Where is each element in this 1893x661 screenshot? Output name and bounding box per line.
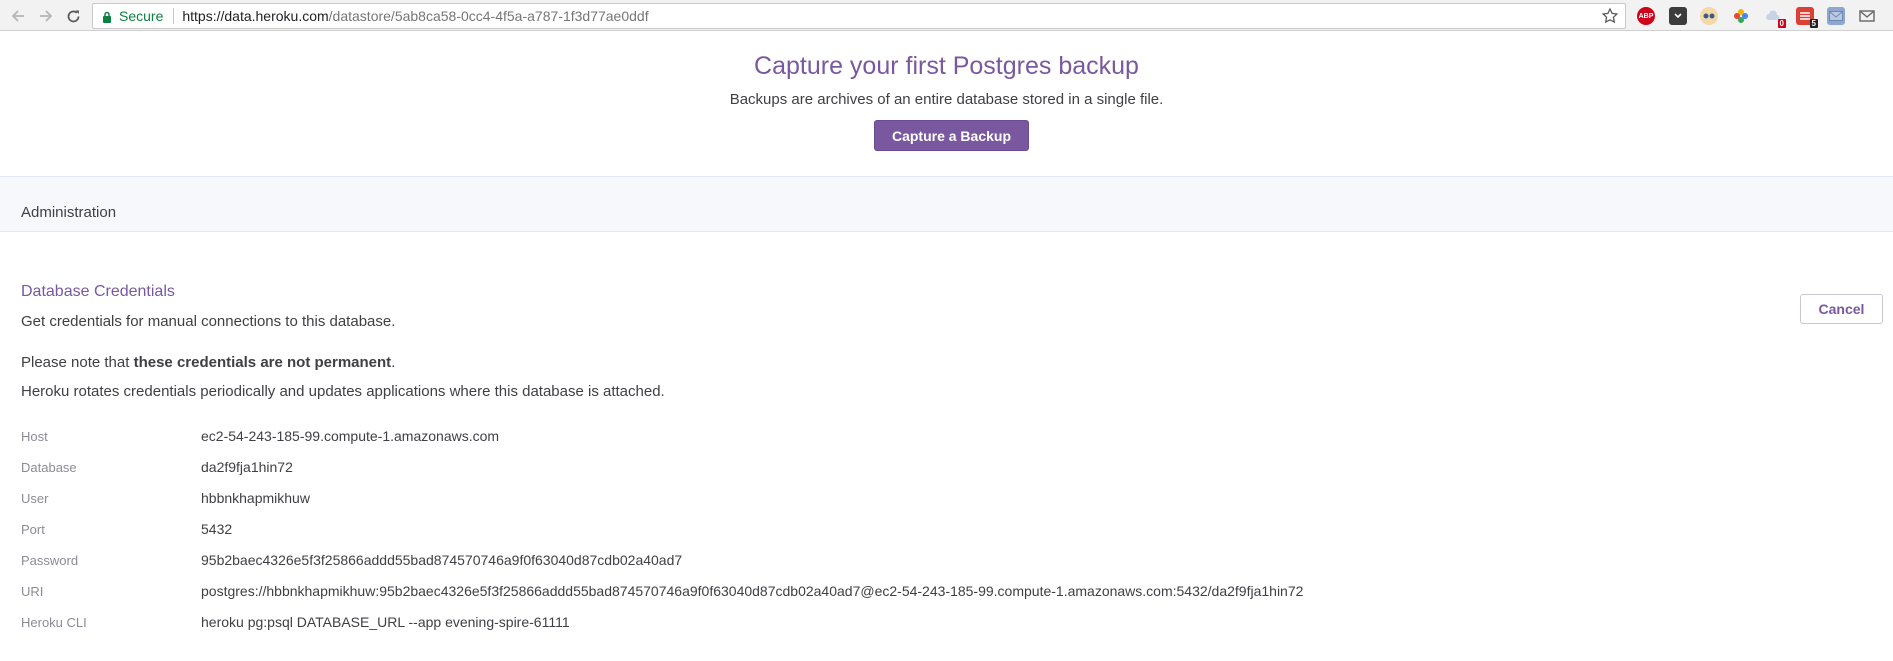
credential-row-user: User hbbnkhapmikhuw bbox=[21, 488, 1881, 512]
administration-header: Administration bbox=[0, 176, 1893, 232]
credential-value[interactable]: da2f9fja1hin72 bbox=[201, 459, 293, 475]
credentials-subtitle: Get credentials for manual connections t… bbox=[21, 313, 396, 330]
weather-badge: 0 bbox=[1777, 19, 1786, 28]
cancel-button[interactable]: Cancel bbox=[1800, 294, 1883, 324]
back-button[interactable] bbox=[8, 6, 28, 26]
backup-subtitle: Backups are archives of an entire databa… bbox=[729, 91, 1164, 108]
lock-icon bbox=[102, 10, 112, 23]
todoist-badge: 5 bbox=[1809, 19, 1818, 28]
back-arrow-icon bbox=[11, 10, 24, 22]
credential-label: Host bbox=[21, 429, 48, 444]
rotation-note: Heroku rotates credentials periodically … bbox=[21, 383, 665, 400]
credential-value[interactable]: 5432 bbox=[201, 521, 232, 537]
pocket-icon[interactable] bbox=[1669, 7, 1687, 25]
forward-arrow-icon bbox=[40, 10, 53, 22]
forward-button[interactable] bbox=[36, 6, 56, 26]
credential-row-uri: URI postgres://hbbnkhapmikhuw:95b2baec43… bbox=[21, 581, 1881, 605]
credential-value[interactable]: hbbnkhapmikhuw bbox=[201, 490, 310, 506]
administration-title: Administration bbox=[21, 204, 117, 221]
capture-backup-button[interactable]: Capture a Backup bbox=[874, 120, 1029, 151]
credential-label: URI bbox=[21, 584, 44, 599]
credential-row-heroku-cli: Heroku CLI heroku pg:psql DATABASE_URL -… bbox=[21, 612, 1881, 636]
credential-row-password: Password 95b2baec4326e5f3f25866addd55bad… bbox=[21, 550, 1881, 574]
browser-toolbar: Secure https://data.heroku.com/datastore… bbox=[0, 0, 1893, 31]
note-bold: these credentials are not permanent bbox=[133, 354, 392, 371]
credential-label: Port bbox=[21, 522, 45, 537]
todoist-icon[interactable]: 5 bbox=[1796, 7, 1818, 28]
address-bar[interactable]: Secure https://data.heroku.com/datastore… bbox=[92, 3, 1626, 29]
credential-row-port: Port 5432 bbox=[21, 519, 1881, 543]
credential-value[interactable]: ec2-54-243-185-99.compute-1.amazonaws.co… bbox=[201, 428, 499, 444]
reload-icon bbox=[67, 10, 79, 22]
adblock-label: ABP bbox=[1638, 12, 1654, 20]
credential-label: Database bbox=[21, 460, 77, 475]
mail-icon[interactable] bbox=[1827, 7, 1845, 25]
credentials-note: Please note that these credentials are n… bbox=[21, 354, 395, 371]
adblock-plus-icon[interactable]: ABP bbox=[1637, 7, 1655, 25]
note-suffix: . bbox=[391, 354, 396, 371]
credential-label: Password bbox=[21, 553, 79, 568]
credential-label: User bbox=[21, 491, 49, 506]
url-path: /datastore/5ab8ca58-0cc4-4f5a-a787-1f3d7… bbox=[328, 8, 649, 24]
credential-label: Heroku CLI bbox=[21, 615, 87, 630]
bookmark-star-icon[interactable] bbox=[1601, 7, 1619, 25]
photos-icon[interactable] bbox=[1732, 7, 1750, 25]
reload-button[interactable] bbox=[63, 6, 83, 26]
omnibox-divider bbox=[173, 8, 175, 24]
credential-value[interactable]: heroku pg:psql DATABASE_URL --app evenin… bbox=[201, 614, 570, 630]
weather-icon[interactable]: 0 bbox=[1764, 7, 1786, 28]
privacy-badger-icon[interactable] bbox=[1700, 7, 1718, 25]
backup-title: Capture your first Postgres backup bbox=[754, 52, 1139, 80]
credential-value[interactable]: postgres://hbbnkhapmikhuw:95b2baec4326e5… bbox=[201, 583, 1303, 599]
url-host: https://data.heroku.com bbox=[182, 8, 329, 24]
credentials-title: Database Credentials bbox=[21, 283, 175, 300]
credential-row-database: Database da2f9fja1hin72 bbox=[21, 457, 1881, 481]
credential-row-host: Host ec2-54-243-185-99.compute-1.amazona… bbox=[21, 426, 1881, 450]
gmail-icon[interactable] bbox=[1858, 7, 1876, 25]
note-prefix: Please note that bbox=[21, 354, 134, 371]
credential-value[interactable]: 95b2baec4326e5f3f25866addd55bad874570746… bbox=[201, 552, 682, 568]
secure-label: Secure bbox=[119, 8, 164, 24]
